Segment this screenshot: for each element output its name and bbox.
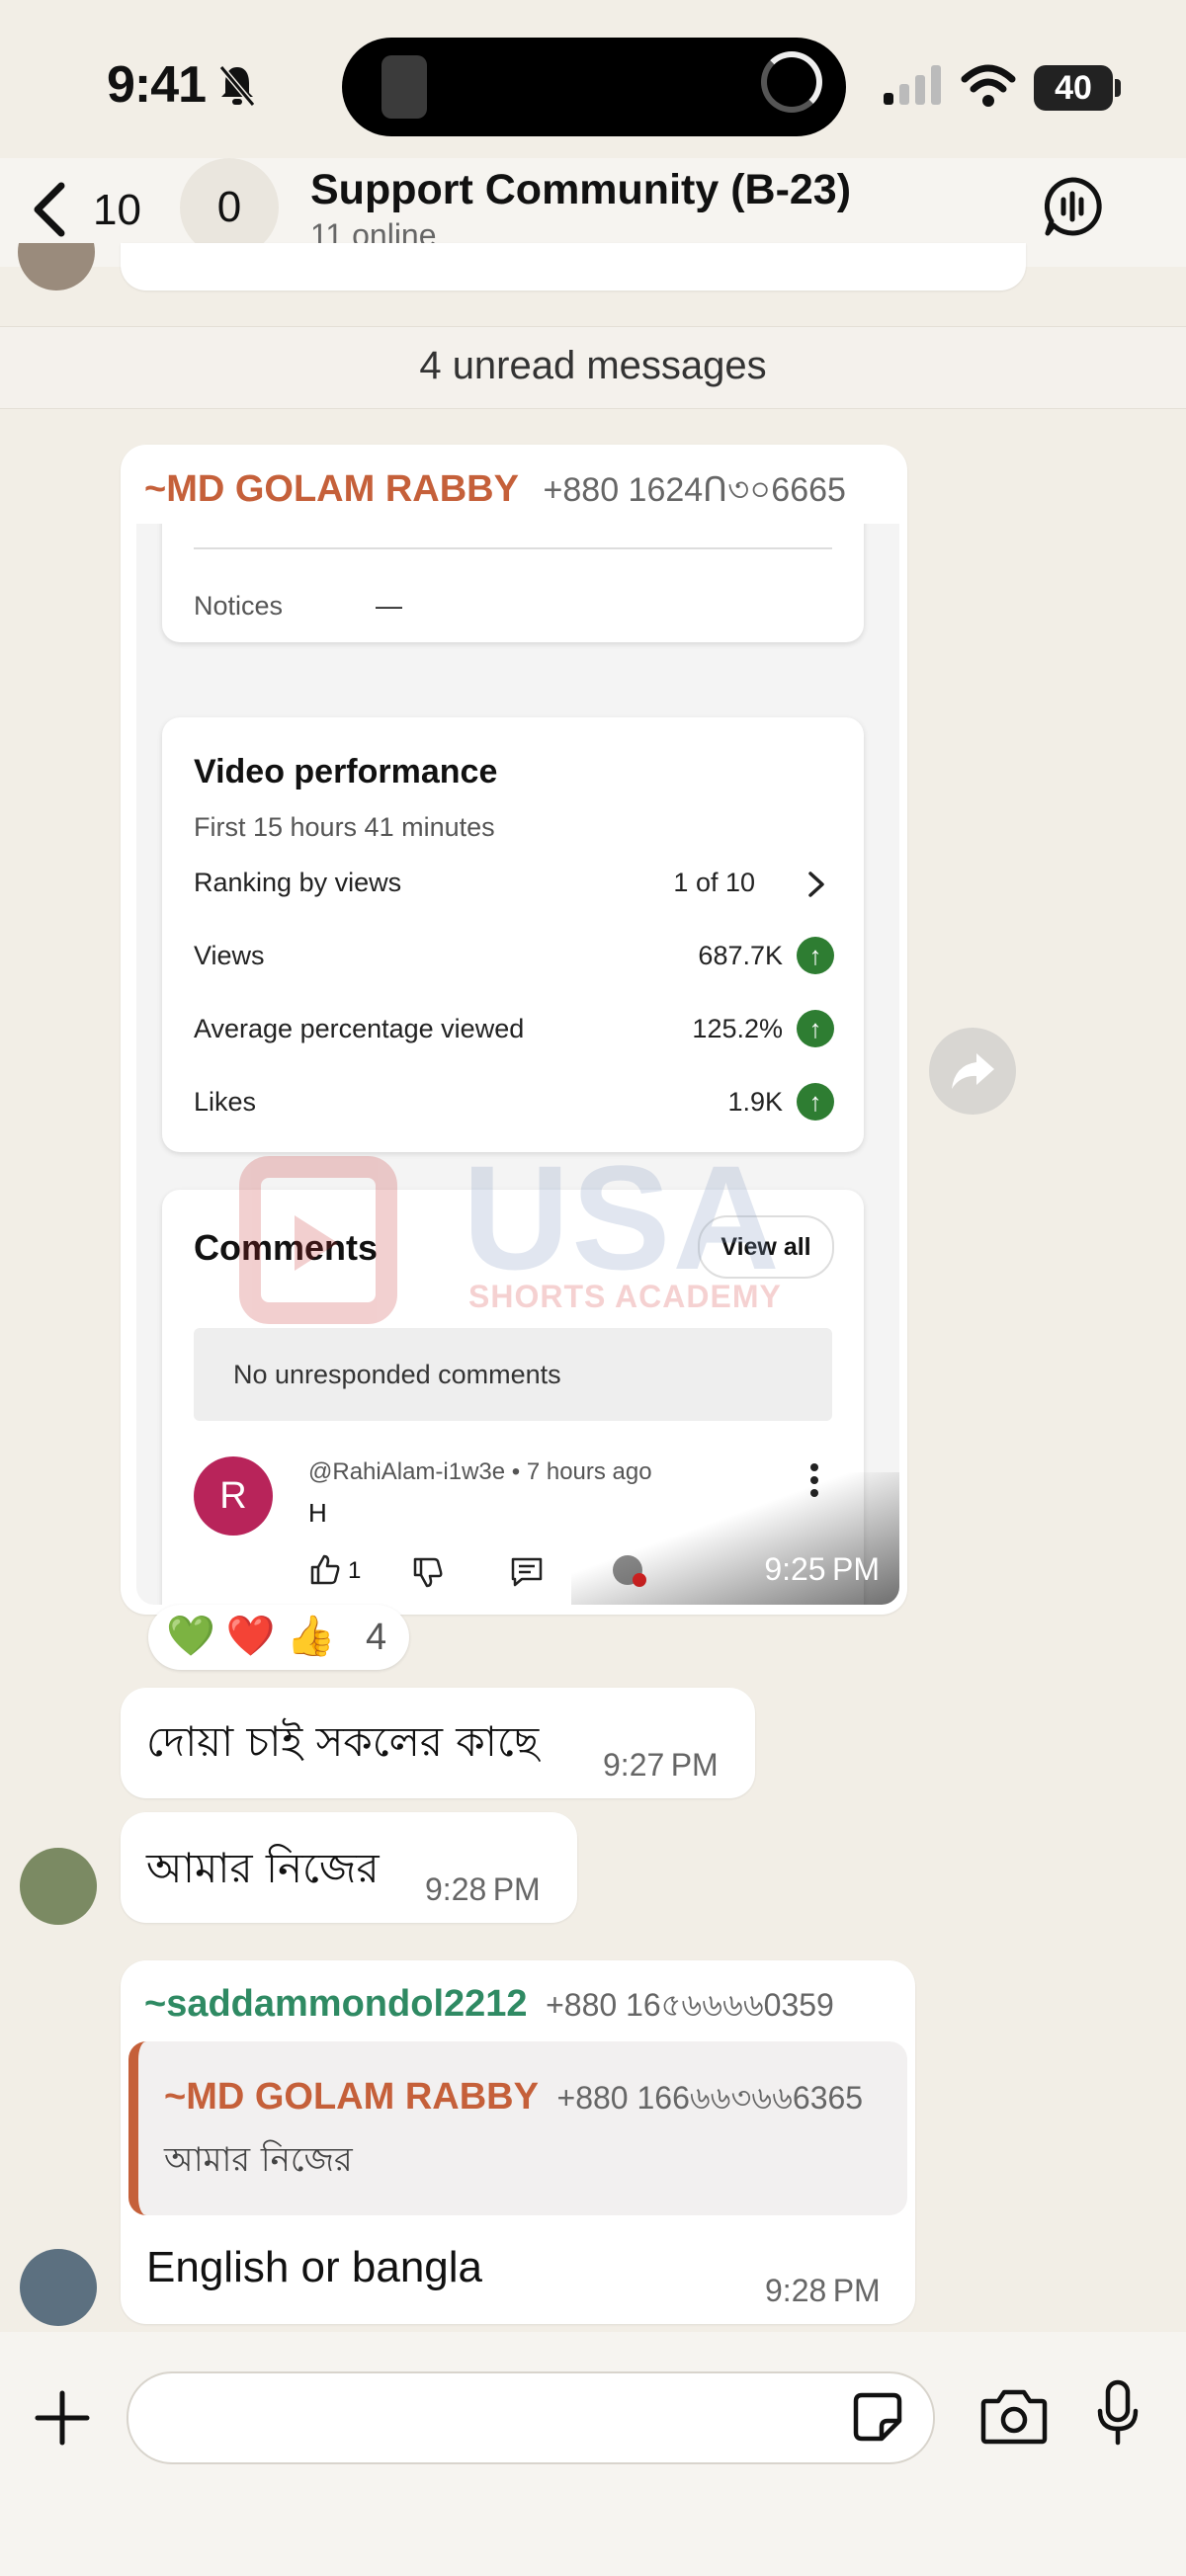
forward-button[interactable] xyxy=(929,1028,1016,1115)
camera-icon[interactable] xyxy=(980,2387,1048,2445)
message-text: দোয়া চাই সকলের কাছে xyxy=(146,1717,540,1766)
avatar[interactable] xyxy=(20,1848,97,1925)
microphone-icon[interactable] xyxy=(1097,2379,1139,2447)
thumbs-down-icon[interactable] xyxy=(411,1555,445,1589)
sticker-icon[interactable] xyxy=(852,2391,903,2443)
message-time: 9:27 PM xyxy=(603,1747,719,1783)
group-title[interactable]: Support Community (B-23) xyxy=(310,166,851,214)
message-text: English or bangla xyxy=(146,2243,483,2291)
avg-viewed-label: Average percentage viewed xyxy=(194,1014,525,1043)
avg-viewed-value: 125.2% xyxy=(692,1014,783,1043)
message-time: 9:28 PM xyxy=(425,1871,541,1907)
message-sender[interactable]: ~saddammondol2212 +880 16৫৬৬৬৬0359 xyxy=(144,1980,834,2034)
quoted-sender-phone: +880 166৬৬৩৬৬6365 xyxy=(556,2080,864,2116)
ranking-value: 1 of 10 xyxy=(673,868,755,897)
watermark-subtext: SHORTS ACADEMY xyxy=(468,1279,782,1314)
battery-tip xyxy=(1115,79,1121,97)
shared-screenshot[interactable]: Notices — Video performance First 15 hou… xyxy=(136,524,899,1605)
quoted-text: আমার নিজের xyxy=(164,2140,353,2180)
wifi-icon xyxy=(961,64,1016,107)
message-input[interactable] xyxy=(127,2371,935,2464)
message-time: 9:28 PM xyxy=(765,2273,881,2308)
chevron-left-icon[interactable] xyxy=(30,182,69,237)
group-avatar[interactable]: 0؜ xyxy=(180,158,279,257)
message-sender[interactable]: ~MD GOLAM RABBY +880 1624Ո৩০6665 xyxy=(144,464,846,521)
like-count: 1 xyxy=(348,1557,362,1584)
unread-label: 4 unread messages xyxy=(419,344,767,387)
island-progress-ring xyxy=(761,51,822,113)
previous-message-bubble[interactable] xyxy=(121,243,1026,291)
ranking-label: Ranking by views xyxy=(194,868,402,897)
reply-comment-icon[interactable] xyxy=(510,1555,544,1589)
views-label: Views xyxy=(194,941,265,970)
video-performance-title: Video performance xyxy=(194,753,498,790)
up-arrow-icon: ↑ xyxy=(797,1010,834,1047)
reaction-count: 4 xyxy=(366,1617,387,1658)
up-arrow-icon: ↑ xyxy=(797,1083,834,1121)
up-arrow-icon: ↑ xyxy=(797,937,834,974)
likes-value: 1.9K xyxy=(727,1087,783,1117)
notices-label: Notices xyxy=(194,591,284,621)
avatar[interactable] xyxy=(18,243,95,291)
sender-phone: +880 1624Ո৩০6665 xyxy=(543,471,846,509)
chevron-right-icon[interactable] xyxy=(805,870,828,899)
views-value: 687.7K xyxy=(698,941,783,970)
sender-name[interactable]: ~saddammondol2212 xyxy=(144,1983,528,2025)
empty-comments-text: No unresponded comments xyxy=(233,1360,561,1389)
reaction-emojis: 💚 ❤️ 👍 xyxy=(166,1615,336,1658)
plus-icon[interactable] xyxy=(34,2389,91,2447)
sender-name[interactable]: ~MD GOLAM RABBY xyxy=(144,468,519,510)
quoted-sender: ~MD GOLAM RABBY +880 166৬৬৩৬৬6365 xyxy=(164,2073,863,2126)
silent-bell-icon xyxy=(218,65,256,107)
back-unread-count[interactable]: 10 xyxy=(93,186,141,235)
video-performance-subtitle: First 15 hours 41 minutes xyxy=(194,812,495,842)
quoted-sender-name: ~MD GOLAM RABBY xyxy=(164,2076,539,2118)
island-avatar xyxy=(381,55,427,119)
comment-avatar[interactable]: R xyxy=(194,1456,273,1536)
video-performance-card: Video performance First 15 hours 41 minu… xyxy=(162,717,864,1152)
forward-icon xyxy=(952,1053,994,1089)
status-time: 9:41 xyxy=(107,56,207,114)
signal-icon xyxy=(884,65,941,105)
sender-phone: +880 16৫৬৬৬৬0359 xyxy=(546,1987,834,2023)
notices-card: Notices — xyxy=(162,524,864,642)
comment-text: H xyxy=(308,1498,327,1528)
thumbs-up-icon[interactable] xyxy=(308,1553,342,1587)
battery-indicator: 40 xyxy=(1034,65,1113,111)
divider xyxy=(194,547,832,549)
watermark-logo xyxy=(239,1156,437,1330)
likes-label: Likes xyxy=(194,1087,257,1117)
message-text: আমার নিজের xyxy=(146,1844,380,1892)
voice-chat-icon[interactable] xyxy=(1042,176,1103,237)
message-time: 9:25 PM xyxy=(764,1551,880,1587)
notices-value: — xyxy=(376,591,402,621)
avatar[interactable] xyxy=(20,2249,97,2326)
